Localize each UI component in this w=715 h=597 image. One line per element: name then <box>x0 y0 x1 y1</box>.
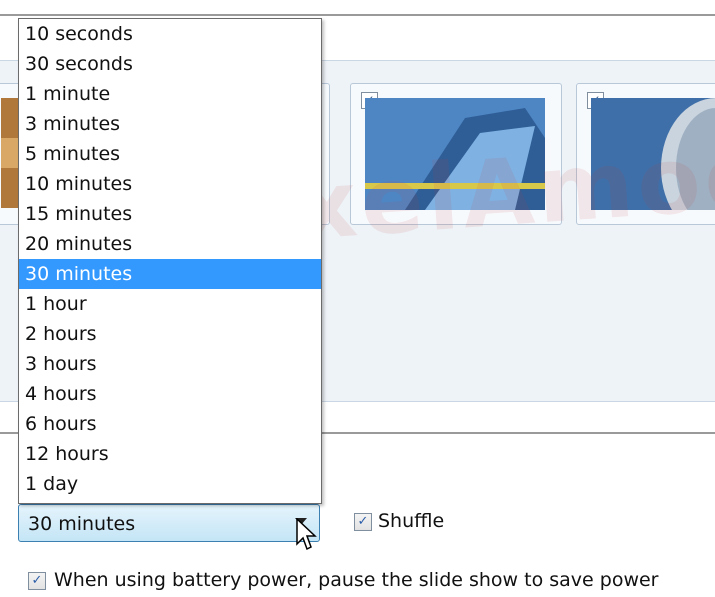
interval-option[interactable]: 30 minutes <box>19 259 321 289</box>
mouse-pointer-icon <box>296 518 317 551</box>
interval-option[interactable]: 5 minutes <box>19 139 321 169</box>
interval-option[interactable]: 2 hours <box>19 319 321 349</box>
battery-checkbox[interactable]: ✓ <box>28 572 46 590</box>
interval-option[interactable]: 30 seconds <box>19 49 321 79</box>
combo-selected-value: 30 minutes <box>28 513 136 535</box>
interval-option[interactable]: 3 hours <box>19 349 321 379</box>
interval-option[interactable]: 6 hours <box>19 409 321 439</box>
interval-option[interactable]: 12 hours <box>19 439 321 469</box>
interval-option[interactable]: 10 seconds <box>19 19 321 49</box>
interval-option[interactable]: 20 minutes <box>19 229 321 259</box>
battery-label[interactable]: When using battery power, pause the slid… <box>54 569 659 591</box>
interval-combobox[interactable]: 30 minutes <box>18 504 320 542</box>
shuffle-label[interactable]: Shuffle <box>378 510 444 532</box>
interval-option[interactable]: 10 minutes <box>19 169 321 199</box>
interval-dropdown-list: 10 seconds 30 seconds 1 minute 3 minutes 5 m… <box>18 18 322 504</box>
top-separator <box>0 14 715 16</box>
interval-option[interactable]: 15 minutes <box>19 199 321 229</box>
interval-option[interactable]: 1 hour <box>19 289 321 319</box>
interval-option[interactable]: 4 hours <box>19 379 321 409</box>
shuffle-checkbox[interactable]: ✓ <box>354 513 372 531</box>
interval-option[interactable]: 1 minute <box>19 79 321 109</box>
interval-option[interactable]: 3 minutes <box>19 109 321 139</box>
interval-option[interactable]: 1 day <box>19 469 321 499</box>
